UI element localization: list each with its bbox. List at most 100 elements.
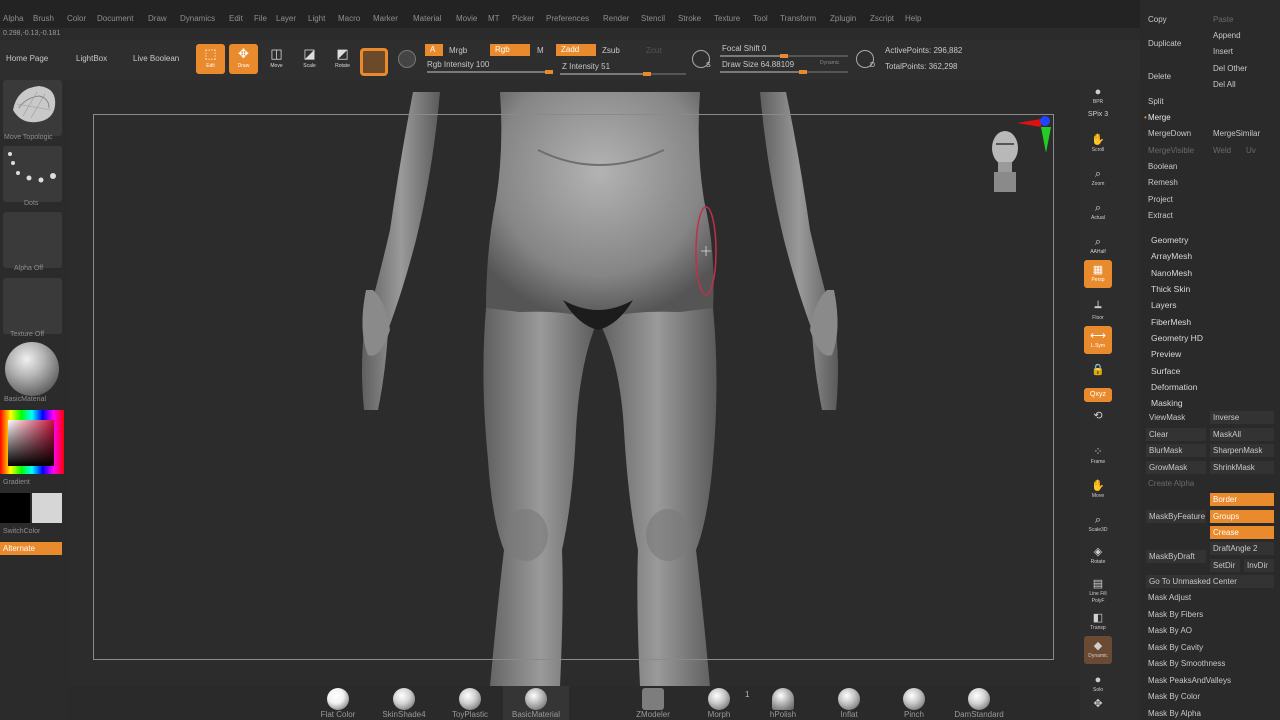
section-geometry[interactable]: Geometry — [1151, 235, 1188, 245]
shelf-zmodeler-button[interactable]: ZModeler — [620, 686, 686, 720]
switch-color-button[interactable]: SwitchColor — [3, 528, 40, 535]
mask-item-mask-peaksandvalleys[interactable]: Mask PeaksAndValleys — [1148, 676, 1231, 685]
a-toggle[interactable]: A — [425, 44, 443, 56]
shelf-hpolish-button[interactable]: hPolish — [750, 686, 816, 720]
sharpen-mask-button[interactable]: SharpenMask — [1210, 444, 1274, 457]
menu-stroke[interactable]: Stroke — [678, 14, 701, 23]
shelf-damstandard-button[interactable]: DamStandard — [946, 686, 1012, 720]
section-arraymesh[interactable]: ArrayMesh — [1151, 251, 1192, 261]
rotate-y-button[interactable]: ⟲ — [1084, 406, 1112, 434]
menu-color[interactable]: Color — [67, 14, 86, 23]
transp-button[interactable]: ◧ Transp — [1084, 608, 1112, 636]
actual-button[interactable]: ⌕ Actual — [1084, 198, 1112, 226]
axis-gizmo-icon[interactable] — [1013, 113, 1053, 163]
shelf-morph-button[interactable]: Morph — [686, 686, 752, 720]
rotate-view-button[interactable]: ◈ Rotate — [1084, 542, 1112, 570]
material-thumbnail[interactable] — [3, 342, 62, 398]
menu-texture[interactable]: Texture — [714, 14, 740, 23]
section-masking[interactable]: Masking — [1151, 398, 1183, 408]
weld-toggle[interactable]: Weld — [1213, 146, 1231, 155]
paste-button[interactable]: Paste — [1213, 15, 1233, 24]
uv-toggle[interactable]: Uv — [1246, 146, 1256, 155]
lightbox-button[interactable]: LightBox — [76, 54, 107, 63]
delete-button[interactable]: Delete — [1148, 72, 1171, 81]
menu-alpha[interactable]: Alpha — [3, 14, 23, 23]
draw-size-knob[interactable] — [799, 70, 808, 74]
menu-marker[interactable]: Marker — [373, 14, 398, 23]
zadd-toggle[interactable]: Zadd — [556, 44, 596, 56]
tool-scale-button[interactable]: ◪ Scale — [295, 44, 324, 74]
color-swatch-button[interactable] — [398, 50, 416, 68]
menu-draw[interactable]: Draw — [148, 14, 167, 23]
bpr-button[interactable]: ● BPR — [1084, 82, 1112, 110]
spix-button[interactable]: SPix 3 — [1084, 108, 1112, 122]
copy-button[interactable]: Copy — [1148, 15, 1167, 24]
floor-button[interactable]: ┷ Floor — [1084, 298, 1112, 326]
focal-shift-knob[interactable] — [780, 54, 788, 58]
rgb-toggle[interactable]: Rgb — [490, 44, 530, 56]
menu-macro[interactable]: Macro — [338, 14, 360, 23]
menu-zplugin[interactable]: Zplugin — [830, 14, 856, 23]
mrgb-toggle[interactable]: Mrgb — [449, 46, 467, 55]
merge-down-button[interactable]: MergeDown — [1148, 129, 1191, 138]
move-view-button[interactable]: ✋ Move — [1084, 476, 1112, 504]
inv-dir-button[interactable]: InvDir — [1244, 559, 1274, 572]
tool-draw-button[interactable]: ✥ Draw — [229, 44, 258, 74]
color-saturation-field[interactable] — [8, 420, 54, 466]
menu-transform[interactable]: Transform — [780, 14, 816, 23]
insert-button[interactable]: Insert — [1213, 47, 1233, 56]
menu-tool[interactable]: Tool — [753, 14, 768, 23]
shelf-skinshade4-button[interactable]: SkinShade4 — [371, 686, 437, 720]
brush-thumbnail[interactable] — [3, 80, 62, 136]
rgb-intensity-slider[interactable] — [427, 70, 553, 74]
menu-edit[interactable]: Edit — [229, 14, 243, 23]
menu-help[interactable]: Help — [905, 14, 921, 23]
primary-color-swatch[interactable] — [0, 493, 30, 523]
xyz-button[interactable]: Qxyz — [1084, 388, 1112, 402]
draw-size-slider[interactable] — [720, 70, 848, 74]
persp-button[interactable]: ▦ Persp — [1084, 260, 1112, 288]
scale3d-button[interactable]: ⌕ Scale3D — [1084, 510, 1112, 538]
xpose-button[interactable]: ✥ — [1084, 694, 1112, 720]
home-page-button[interactable]: Home Page — [6, 54, 48, 63]
menu-preferences[interactable]: Preferences — [546, 14, 589, 23]
shelf-flat-color-button[interactable]: Flat Color — [305, 686, 371, 720]
tool-edit-button[interactable]: ⬚ Edit — [196, 44, 225, 74]
mask-item-mask-by-cavity[interactable]: Mask By Cavity — [1148, 643, 1203, 652]
mask-by-feature-button[interactable]: MaskByFeature — [1146, 510, 1206, 523]
zsub-toggle[interactable]: Zsub — [602, 46, 620, 55]
shelf-toyplastic-button[interactable]: ToyPlastic — [437, 686, 503, 720]
del-other-button[interactable]: Del Other — [1213, 64, 1247, 73]
extract-menu[interactable]: Extract — [1148, 211, 1173, 220]
focal-shift-slider[interactable] — [720, 54, 848, 58]
material-swatch-button[interactable] — [360, 48, 388, 76]
mask-item-mask-by-color[interactable]: Mask By Color — [1148, 692, 1200, 701]
merge-menu[interactable]: Merge — [1148, 113, 1171, 122]
mask-item-mask-by-smoothness[interactable]: Mask By Smoothness — [1148, 659, 1225, 668]
section-deformation[interactable]: Deformation — [1151, 382, 1197, 392]
menu-dynamics[interactable]: Dynamics — [180, 14, 215, 23]
set-dir-button[interactable]: SetDir — [1210, 559, 1240, 572]
menu-render[interactable]: Render — [603, 14, 629, 23]
grow-mask-button[interactable]: GrowMask — [1146, 461, 1206, 474]
create-alpha-button[interactable]: Create Alpha — [1148, 479, 1194, 488]
dynamic-toggle[interactable]: Dynamic — [820, 60, 839, 66]
merge-similar-button[interactable]: MergeSimilar — [1213, 129, 1260, 138]
menu-layer[interactable]: Layer — [276, 14, 296, 23]
del-all-button[interactable]: Del All — [1213, 80, 1236, 89]
view-mask-button[interactable]: ViewMask — [1146, 411, 1206, 424]
remesh-menu[interactable]: Remesh — [1148, 178, 1178, 187]
mask-all-button[interactable]: MaskAll — [1210, 428, 1274, 441]
rgb-intensity-knob[interactable] — [545, 70, 553, 74]
section-geometry-hd[interactable]: Geometry HD — [1151, 333, 1203, 343]
crease-toggle[interactable]: Crease — [1210, 526, 1274, 539]
z-intensity-slider[interactable] — [560, 72, 686, 76]
z-intensity-knob[interactable] — [642, 72, 651, 76]
menu-mt[interactable]: MT — [488, 14, 500, 23]
append-button[interactable]: Append — [1213, 31, 1241, 40]
dynamic-button[interactable]: ◆ Dynamic — [1084, 636, 1112, 664]
frame-button[interactable]: ⁘ Frame — [1084, 442, 1112, 470]
menu-stencil[interactable]: Stencil — [641, 14, 665, 23]
border-toggle[interactable]: Border — [1210, 493, 1274, 506]
m-toggle[interactable]: M — [537, 46, 544, 55]
